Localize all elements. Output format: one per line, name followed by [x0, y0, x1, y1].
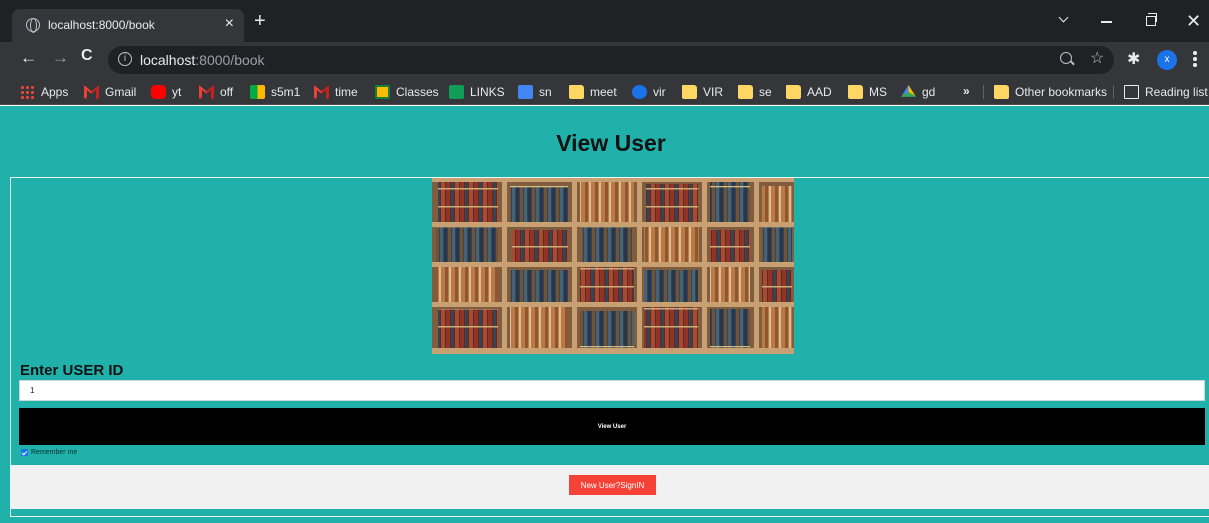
bookmark-star-icon[interactable]: ☆: [1090, 48, 1104, 68]
window-close-icon[interactable]: ✕: [1186, 11, 1201, 32]
page-body: View User Enter USER ID 1 View User Reme…: [0, 106, 1209, 523]
bookmark-other[interactable]: Other bookmarks: [994, 83, 1107, 101]
bookmark-classes[interactable]: Classes: [375, 83, 439, 101]
bookmark-se[interactable]: se: [738, 83, 772, 101]
bookmark-links[interactable]: LINKS: [449, 83, 505, 101]
folder-icon: [682, 85, 697, 99]
view-user-form: Enter USER ID View User Remember me New …: [10, 177, 1209, 517]
form-footer: New User?SignIN: [11, 465, 1209, 509]
restore-icon[interactable]: [1146, 13, 1157, 26]
reload-icon[interactable]: C: [81, 47, 93, 65]
bookmark-apps[interactable]: Apps: [20, 83, 68, 101]
user-id-input[interactable]: [19, 380, 1205, 401]
bookmark-ms[interactable]: MS: [848, 83, 887, 101]
new-user-signin-button[interactable]: New User?SignIN: [569, 475, 656, 495]
bookmark-time[interactable]: time: [314, 83, 358, 101]
back-arrow-icon[interactable]: ←: [20, 48, 37, 68]
minimize-icon[interactable]: [1101, 21, 1112, 23]
bookshelf-image: [432, 178, 794, 354]
browser-tab-strip: localhost:8000/book × + ✕: [0, 0, 1209, 42]
bookmark-vir[interactable]: vir: [632, 83, 666, 101]
drive-icon: [901, 85, 916, 97]
tab-search-chevron-icon[interactable]: [1058, 14, 1070, 22]
new-tab-icon[interactable]: +: [254, 11, 266, 31]
sheets-icon: [449, 85, 464, 99]
bookmark-gmail[interactable]: Gmail: [84, 83, 136, 101]
more-bookmarks-chevron[interactable]: »: [963, 84, 970, 98]
gmail-icon: [84, 85, 99, 99]
bookmark-s5m1[interactable]: s5m1: [250, 83, 300, 101]
tab-close-icon[interactable]: ×: [225, 15, 234, 33]
gmail-icon: [314, 85, 329, 99]
bookmark-off[interactable]: off: [199, 83, 233, 101]
bookmark-yt[interactable]: yt: [151, 83, 181, 101]
c-logo-icon: [632, 85, 647, 99]
reading-list-icon: [1124, 85, 1139, 99]
docs-icon: [518, 85, 533, 99]
bookmarks-bar: Apps Gmail yt off s5m1 time Classes LINK…: [0, 78, 1209, 105]
reading-list[interactable]: Reading list: [1124, 83, 1208, 101]
remember-checkbox[interactable]: [21, 449, 28, 456]
folder-icon: [569, 85, 584, 99]
bookmark-gd[interactable]: gd: [901, 83, 935, 101]
classroom-icon: [375, 85, 390, 99]
folder-icon: [786, 85, 801, 99]
address-bar[interactable]: i localhost:8000/book: [108, 46, 1114, 74]
youtube-icon: [151, 85, 166, 99]
address-url[interactable]: localhost:8000/book: [140, 52, 265, 68]
view-user-button[interactable]: View User: [19, 408, 1205, 445]
page-title: View User: [556, 130, 666, 156]
zoom-icon[interactable]: [1060, 52, 1072, 64]
forward-arrow-icon[interactable]: →: [52, 48, 69, 68]
meet-icon: [250, 85, 265, 99]
info-icon[interactable]: i: [118, 52, 132, 66]
extensions-puzzle-icon[interactable]: ✱: [1127, 49, 1140, 69]
gmail-icon: [199, 85, 214, 99]
folder-icon: [994, 85, 1009, 99]
remember-me[interactable]: Remember me: [21, 449, 77, 456]
folder-icon: [738, 85, 753, 99]
folder-icon: [848, 85, 863, 99]
globe-icon: [26, 18, 40, 33]
profile-avatar[interactable]: x: [1157, 50, 1177, 70]
tab-title: localhost:8000/book: [48, 18, 155, 32]
remember-label: Remember me: [31, 449, 78, 456]
user-id-label: Enter USER ID: [20, 362, 124, 379]
bookmark-aad[interactable]: AAD: [786, 83, 832, 101]
apps-grid-icon: [20, 85, 35, 99]
menu-kebab-icon[interactable]: [1193, 50, 1197, 68]
bookmark-divider: [1113, 85, 1114, 99]
browser-tab[interactable]: localhost:8000/book ×: [12, 9, 244, 42]
bookmark-VIR[interactable]: VIR: [682, 83, 723, 101]
bookmark-sn[interactable]: sn: [518, 83, 552, 101]
bookmark-divider: [983, 85, 984, 99]
browser-toolbar: ← → C i localhost:8000/book ☆ ✱ x: [0, 42, 1209, 78]
bookmark-meet[interactable]: meet: [569, 83, 617, 101]
